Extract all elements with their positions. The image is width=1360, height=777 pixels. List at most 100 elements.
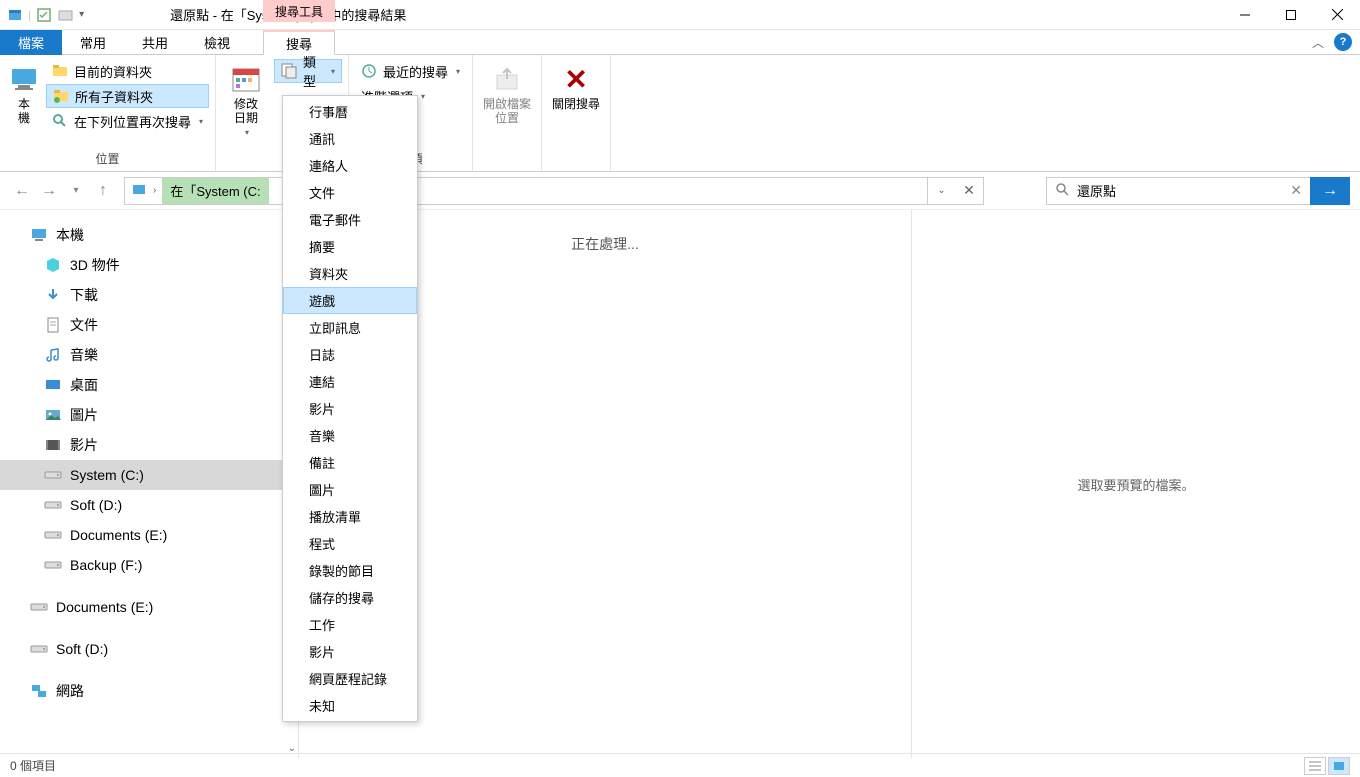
titlebar: | ▾ 搜尋工具 還原點 - 在「System (C:)」中的搜尋結果 [0,0,1360,30]
type-menu-item[interactable]: 文件 [283,179,417,206]
details-view-button[interactable] [1304,757,1326,775]
properties-icon[interactable] [35,6,53,24]
tree-item-label: System (C:) [70,467,144,483]
contextual-tab-header: 搜尋工具 [263,0,335,30]
chevron-down-icon: ▾ [245,128,249,137]
tree-item-label: 本機 [56,225,84,245]
recent-locations-icon[interactable]: ▾ [64,179,88,203]
type-menu-item[interactable]: 通訊 [283,125,417,152]
type-menu-item[interactable]: 日誌 [283,341,417,368]
navigation-pane[interactable]: 本機3D 物件下載文件音樂桌面圖片影片System (C:)Soft (D:)D… [0,210,299,758]
date-modified-button[interactable]: 修改 日期 ▾ [222,59,270,137]
search-again-button[interactable]: 在下列位置再次搜尋▾ [46,109,209,133]
tree-item-label: Backup (F:) [70,557,142,573]
open-file-location-button[interactable]: 開啟檔案 位置 [479,59,535,126]
tab-home[interactable]: 常用 [62,30,124,55]
type-menu-item[interactable]: 摘要 [283,233,417,260]
close-x-icon: ✕ [560,63,592,95]
tree-item[interactable]: 網路 [0,676,298,706]
type-menu-item[interactable]: 連結 [283,368,417,395]
type-menu-item[interactable]: 網頁歷程記錄 [283,665,417,692]
recent-searches-button[interactable]: 最近的搜尋▾ [355,59,466,83]
tree-item[interactable]: Documents (E:) [0,520,298,550]
tab-search[interactable]: 搜尋 [263,30,335,55]
type-menu-item[interactable]: 遊戲 [283,287,417,314]
address-bar[interactable]: › 在「System (C: ⌄ ✕ [124,177,984,205]
search-submit-button[interactable]: → [1310,177,1350,205]
tree-item[interactable]: 3D 物件 [0,250,298,280]
type-menu-item[interactable]: 備註 [283,449,417,476]
calendar-icon [230,63,262,95]
search-input[interactable] [1077,183,1282,198]
preview-hint: 選取要預覽的檔案。 [1077,475,1194,494]
type-menu-item[interactable]: 資料夾 [283,260,417,287]
address-history-icon[interactable]: ⌄ [927,178,955,204]
up-button[interactable]: ↑ [91,179,115,203]
tree-item[interactable]: Documents (E:) [0,592,298,622]
collapse-ribbon-icon[interactable]: ︿ [1312,34,1324,51]
tree-item-label: 音樂 [70,345,98,365]
tree-item[interactable]: 音樂 [0,340,298,370]
type-menu-item[interactable]: 播放清單 [283,503,417,530]
search-again-icon [52,113,68,129]
new-folder-icon[interactable] [57,6,75,24]
all-subfolders-button[interactable]: 所有子資料夾 [46,84,209,108]
type-menu-item[interactable]: 音樂 [283,422,417,449]
desktop-icon [44,376,62,394]
type-menu-item[interactable]: 立即訊息 [283,314,417,341]
type-menu-item[interactable]: 影片 [283,395,417,422]
results-area: 正在處理... 選取要預覽的檔案。 [299,210,1360,758]
type-menu-item[interactable]: 連絡人 [283,152,417,179]
tree-item[interactable]: 圖片 [0,400,298,430]
tab-view[interactable]: 檢視 [186,30,248,55]
clear-search-icon[interactable]: ✕ [1290,182,1302,199]
address-clear-icon[interactable]: ✕ [955,178,983,204]
back-button[interactable]: ← [10,179,34,203]
open-location-icon [491,63,523,95]
qat-customize-icon[interactable]: ▾ [79,9,84,20]
type-menu-item[interactable]: 儲存的搜尋 [283,584,417,611]
tree-item[interactable]: 下載 [0,280,298,310]
search-tools-label: 搜尋工具 [263,0,335,22]
tree-item[interactable]: 本機 [0,220,298,250]
type-button[interactable]: 類型▾ [274,59,342,83]
tab-share[interactable]: 共用 [124,30,186,55]
tree-item[interactable]: Soft (D:) [0,634,298,664]
type-menu-item[interactable]: 行事曆 [283,98,417,125]
net-icon [30,682,48,700]
close-button[interactable] [1314,0,1360,30]
pic-icon [44,406,62,424]
tree-item[interactable]: Backup (F:) [0,550,298,580]
type-menu-item[interactable]: 影片 [283,638,417,665]
close-search-button[interactable]: ✕ 關閉搜尋 [548,59,604,111]
type-menu-item[interactable]: 錄製的節目 [283,557,417,584]
type-menu-item[interactable]: 圖片 [283,476,417,503]
type-menu-item[interactable]: 工作 [283,611,417,638]
tree-item[interactable]: 桌面 [0,370,298,400]
type-menu-item[interactable]: 電子郵件 [283,206,417,233]
type-dropdown-menu: 行事曆通訊連絡人文件電子郵件摘要資料夾遊戲立即訊息日誌連結影片音樂備註圖片播放清… [282,95,418,722]
thumbnails-view-button[interactable] [1328,757,1350,775]
chevron-down-icon: ▾ [456,67,460,76]
chevron-down-icon: ▾ [331,67,335,76]
tree-item[interactable]: 影片 [0,430,298,460]
type-menu-item[interactable]: 未知 [283,692,417,719]
tree-item[interactable]: Soft (D:) [0,490,298,520]
maximize-button[interactable] [1268,0,1314,30]
current-folder-button[interactable]: 目前的資料夾 [46,59,209,83]
type-menu-item[interactable]: 程式 [283,530,417,557]
breadcrumb-segment[interactable]: 在「System (C: [162,178,268,204]
tree-item[interactable]: 文件 [0,310,298,340]
forward-button[interactable]: → [37,179,61,203]
tree-item[interactable]: System (C:) [0,460,298,490]
search-box[interactable]: ✕ [1046,177,1310,205]
box-icon [44,256,62,274]
tab-file[interactable]: 檔案 [0,30,62,55]
minimize-button[interactable] [1222,0,1268,30]
this-pc-button[interactable]: 本 機 [6,59,42,126]
chevron-right-icon[interactable]: › [153,185,162,196]
help-icon[interactable]: ? [1334,33,1352,51]
search-icon [1055,182,1069,199]
tree-item-label: 桌面 [70,375,98,395]
drive-icon [30,598,48,616]
